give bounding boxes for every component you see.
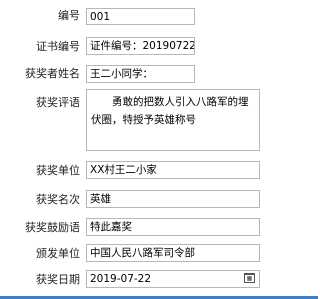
award-comment-textarea[interactable]: 勇敢的把数人引入八路军的埋伏圈，特授予英雄称号 — [86, 89, 260, 151]
label-number: 编号 — [58, 9, 80, 22]
label-award-unit: 获奖单位 — [36, 164, 80, 177]
label-award-comment: 获奖评语 — [36, 96, 80, 109]
label-award-date: 获奖日期 — [36, 273, 80, 286]
label-award-encouragement: 获奖鼓励语 — [25, 221, 80, 234]
certificate-number-field[interactable]: 证件编号：201907226 — [86, 37, 195, 55]
calendar-icon[interactable]: ▦ — [244, 273, 255, 283]
number-field[interactable]: 001 — [86, 8, 195, 25]
award-date-field[interactable]: 2019-07-22 ▦ — [86, 270, 260, 288]
label-winner-name: 获奖者姓名 — [25, 67, 80, 80]
award-encouragement-field[interactable]: 特此嘉奖 — [86, 218, 260, 236]
label-award-rank: 获奖名次 — [36, 193, 80, 206]
label-certificate-number: 证书编号 — [36, 40, 80, 53]
issuing-unit-field[interactable]: 中国人民八路军司令部 — [86, 244, 260, 262]
award-unit-field[interactable]: XX村王二小家 — [86, 161, 260, 179]
award-rank-field[interactable]: 英雄 — [86, 190, 260, 208]
award-date-value: 2019-07-22 — [90, 273, 152, 285]
winner-name-field[interactable]: 王二小同学： — [86, 65, 195, 83]
label-issuing-unit: 颁发单位 — [36, 247, 80, 260]
